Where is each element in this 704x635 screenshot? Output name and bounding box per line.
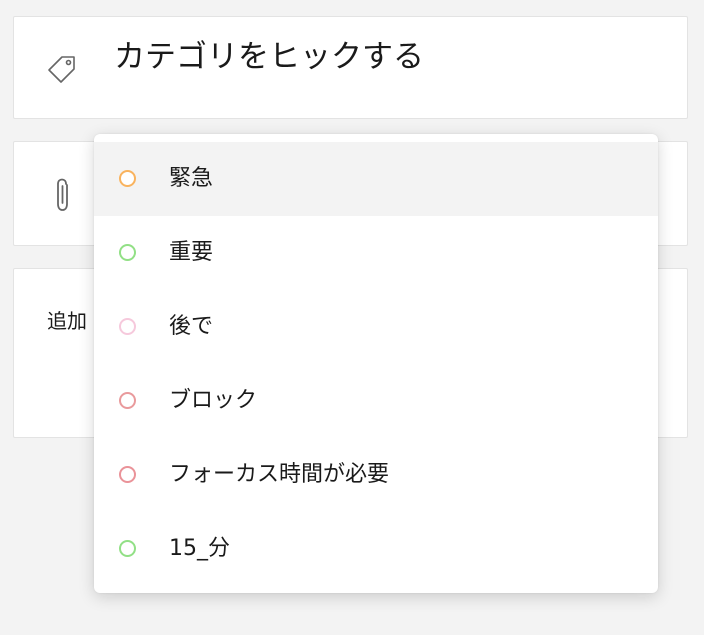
category-color-dot: [119, 540, 136, 557]
menu-item-label: 重要: [169, 240, 214, 265]
menu-item-focus-time[interactable]: フォーカス時間が必要: [94, 438, 658, 512]
menu-item-label: 15_分: [169, 536, 230, 561]
category-color-dot: [119, 318, 136, 335]
menu-item-label: フォーカス時間が必要: [169, 462, 390, 487]
category-color-dot: [119, 392, 136, 409]
menu-item-important[interactable]: 重要: [94, 216, 658, 290]
tag-icon: [46, 53, 78, 85]
paperclip-icon: [50, 176, 76, 214]
category-color-dot: [119, 466, 136, 483]
category-color-dot: [119, 170, 136, 187]
category-dropdown-menu: 緊急 重要 後で ブロック フォーカス時間が必要 15_分: [94, 134, 658, 593]
menu-item-label: 緊急: [169, 166, 214, 191]
menu-item-label: ブロック: [169, 388, 258, 413]
add-note-label[interactable]: 追加: [47, 307, 87, 335]
menu-item-label: 後で: [169, 314, 214, 339]
menu-item-blocked[interactable]: ブロック: [94, 364, 658, 438]
category-card[interactable]: カテゴリをヒックする: [13, 16, 688, 119]
pick-category-label[interactable]: カテゴリをヒックする: [114, 37, 424, 77]
menu-item-later[interactable]: 後で: [94, 290, 658, 364]
menu-item-urgent[interactable]: 緊急: [94, 142, 658, 216]
task-details-page: カテゴリをヒックする 追加 緊急 重要 後で ブロック フォーカス時間が必要 1…: [0, 0, 704, 635]
menu-item-15-min[interactable]: 15_分: [94, 512, 658, 586]
category-color-dot: [119, 244, 136, 261]
